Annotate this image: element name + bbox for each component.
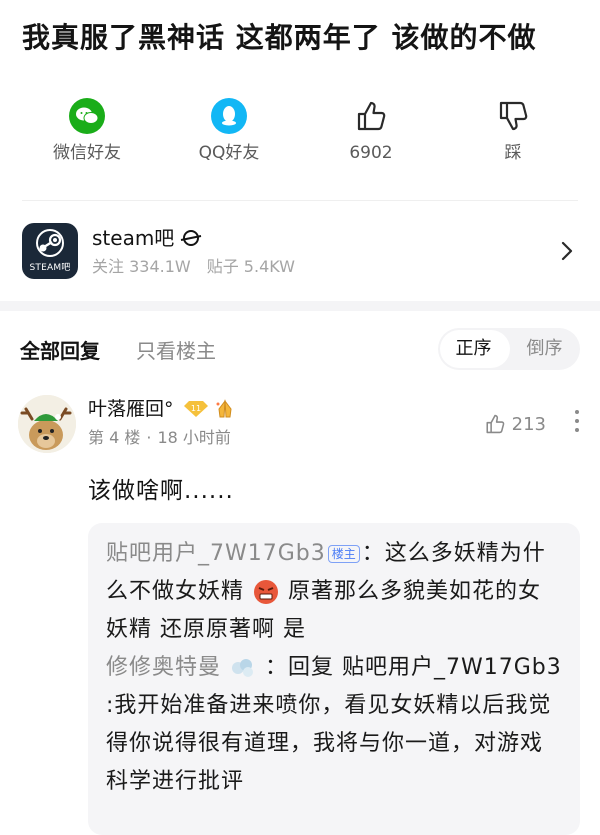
section-gap <box>0 301 600 311</box>
sort-toggle: 正序 倒序 <box>438 328 580 370</box>
share-bar: 微信好友 QQ好友 6902 踩 <box>0 58 600 182</box>
share-wechat-label: 微信好友 <box>53 143 121 163</box>
dog-with-antlers-avatar-icon <box>18 395 76 453</box>
forum-followers: 关注 334.1W <box>92 257 191 276</box>
level-number: 11 <box>190 404 200 413</box>
dislike-label: 踩 <box>504 143 522 163</box>
comment-time: 18 小时前 <box>157 428 231 447</box>
like-button[interactable]: 6902 <box>330 98 412 182</box>
forum-avatar: STEAM吧 <box>22 223 78 279</box>
planet-icon <box>181 230 202 246</box>
comment-like-button[interactable]: 213 <box>484 413 546 435</box>
comment-item: 叶落雁回° 11 第 4 楼 · 18 小时前 213 该做啥啊...... 贴… <box>0 387 600 835</box>
comment-text: 该做啥啊...... <box>88 478 234 504</box>
comment-username[interactable]: 叶落雁回° <box>88 395 174 423</box>
forum-name: steam吧 <box>92 226 175 250</box>
post-title: 我真服了黑神话 这都两年了 该做的不做 <box>22 21 537 54</box>
avatar[interactable] <box>18 395 76 453</box>
comment-like-count: 213 <box>511 413 546 435</box>
thumbs-down-icon <box>495 98 531 134</box>
steam-puff-icon <box>232 659 254 677</box>
sub-reply-user-2[interactable]: 修修奥特曼 <box>106 655 221 680</box>
post-header: 我真服了黑神话 这都两年了 该做的不做 <box>0 0 600 58</box>
more-options-icon[interactable] <box>574 409 580 433</box>
forum-posts: 贴子 5.4KW <box>206 257 295 276</box>
comment-name-line: 叶落雁回° 11 <box>88 395 484 423</box>
dislike-button[interactable]: 踩 <box>472 98 554 182</box>
share-qq-button[interactable]: QQ好友 <box>188 98 270 182</box>
like-count: 6902 <box>349 143 393 163</box>
forum-info: steam吧 关注 334.1W 贴子 5.4KW <box>92 224 556 278</box>
forum-avatar-tag: STEAM吧 <box>29 263 71 273</box>
tab-op-only[interactable]: 只看楼主 <box>136 335 216 364</box>
comment-header: 叶落雁回° 11 第 4 楼 · 18 小时前 213 <box>88 395 580 449</box>
qq-icon <box>211 98 247 134</box>
share-qq-label: QQ好友 <box>198 143 260 163</box>
forum-name-line: steam吧 <box>92 224 556 252</box>
sort-ascending-button[interactable]: 正序 <box>438 328 509 370</box>
forum-card[interactable]: STEAM吧 steam吧 关注 334.1W 贴子 5.4KW <box>0 201 600 301</box>
sub-reply-user-1[interactable]: 贴吧用户_7W17Gb3 <box>106 541 326 566</box>
comment-subline: 第 4 楼 · 18 小时前 <box>88 427 484 449</box>
share-wechat-button[interactable]: 微信好友 <box>46 98 128 182</box>
tab-all-replies[interactable]: 全部回复 <box>20 335 100 364</box>
angry-face-icon <box>254 580 279 604</box>
op-badge: 楼主 <box>327 545 360 563</box>
forum-stats: 关注 334.1W 贴子 5.4KW <box>92 256 556 278</box>
sort-descending-button[interactable]: 倒序 <box>509 328 580 370</box>
comment-floor: 第 4 楼 <box>88 428 141 447</box>
steam-logo-icon <box>36 229 64 257</box>
comment-meta: 叶落雁回° 11 第 4 楼 · 18 小时前 <box>88 395 484 449</box>
thumbs-up-icon <box>486 414 504 434</box>
reply-filter-bar: 全部回复 只看楼主 正序 倒序 <box>0 311 600 387</box>
wechat-icon <box>69 98 105 134</box>
thumbs-up-icon <box>353 98 389 134</box>
level-badge-icon: 11 <box>183 401 208 417</box>
comment-body: 叶落雁回° 11 第 4 楼 · 18 小时前 213 该做啥啊...... 贴… <box>88 395 580 835</box>
sub-reply-box[interactable]: 贴吧用户_7W17Gb3 楼主 ：这么多妖精为什么不做女妖精 原著那么多貌美如花的女… <box>88 523 580 835</box>
praying-hands-icon <box>216 399 232 418</box>
separator-dot: · <box>146 428 152 447</box>
chevron-right-icon <box>561 241 573 261</box>
